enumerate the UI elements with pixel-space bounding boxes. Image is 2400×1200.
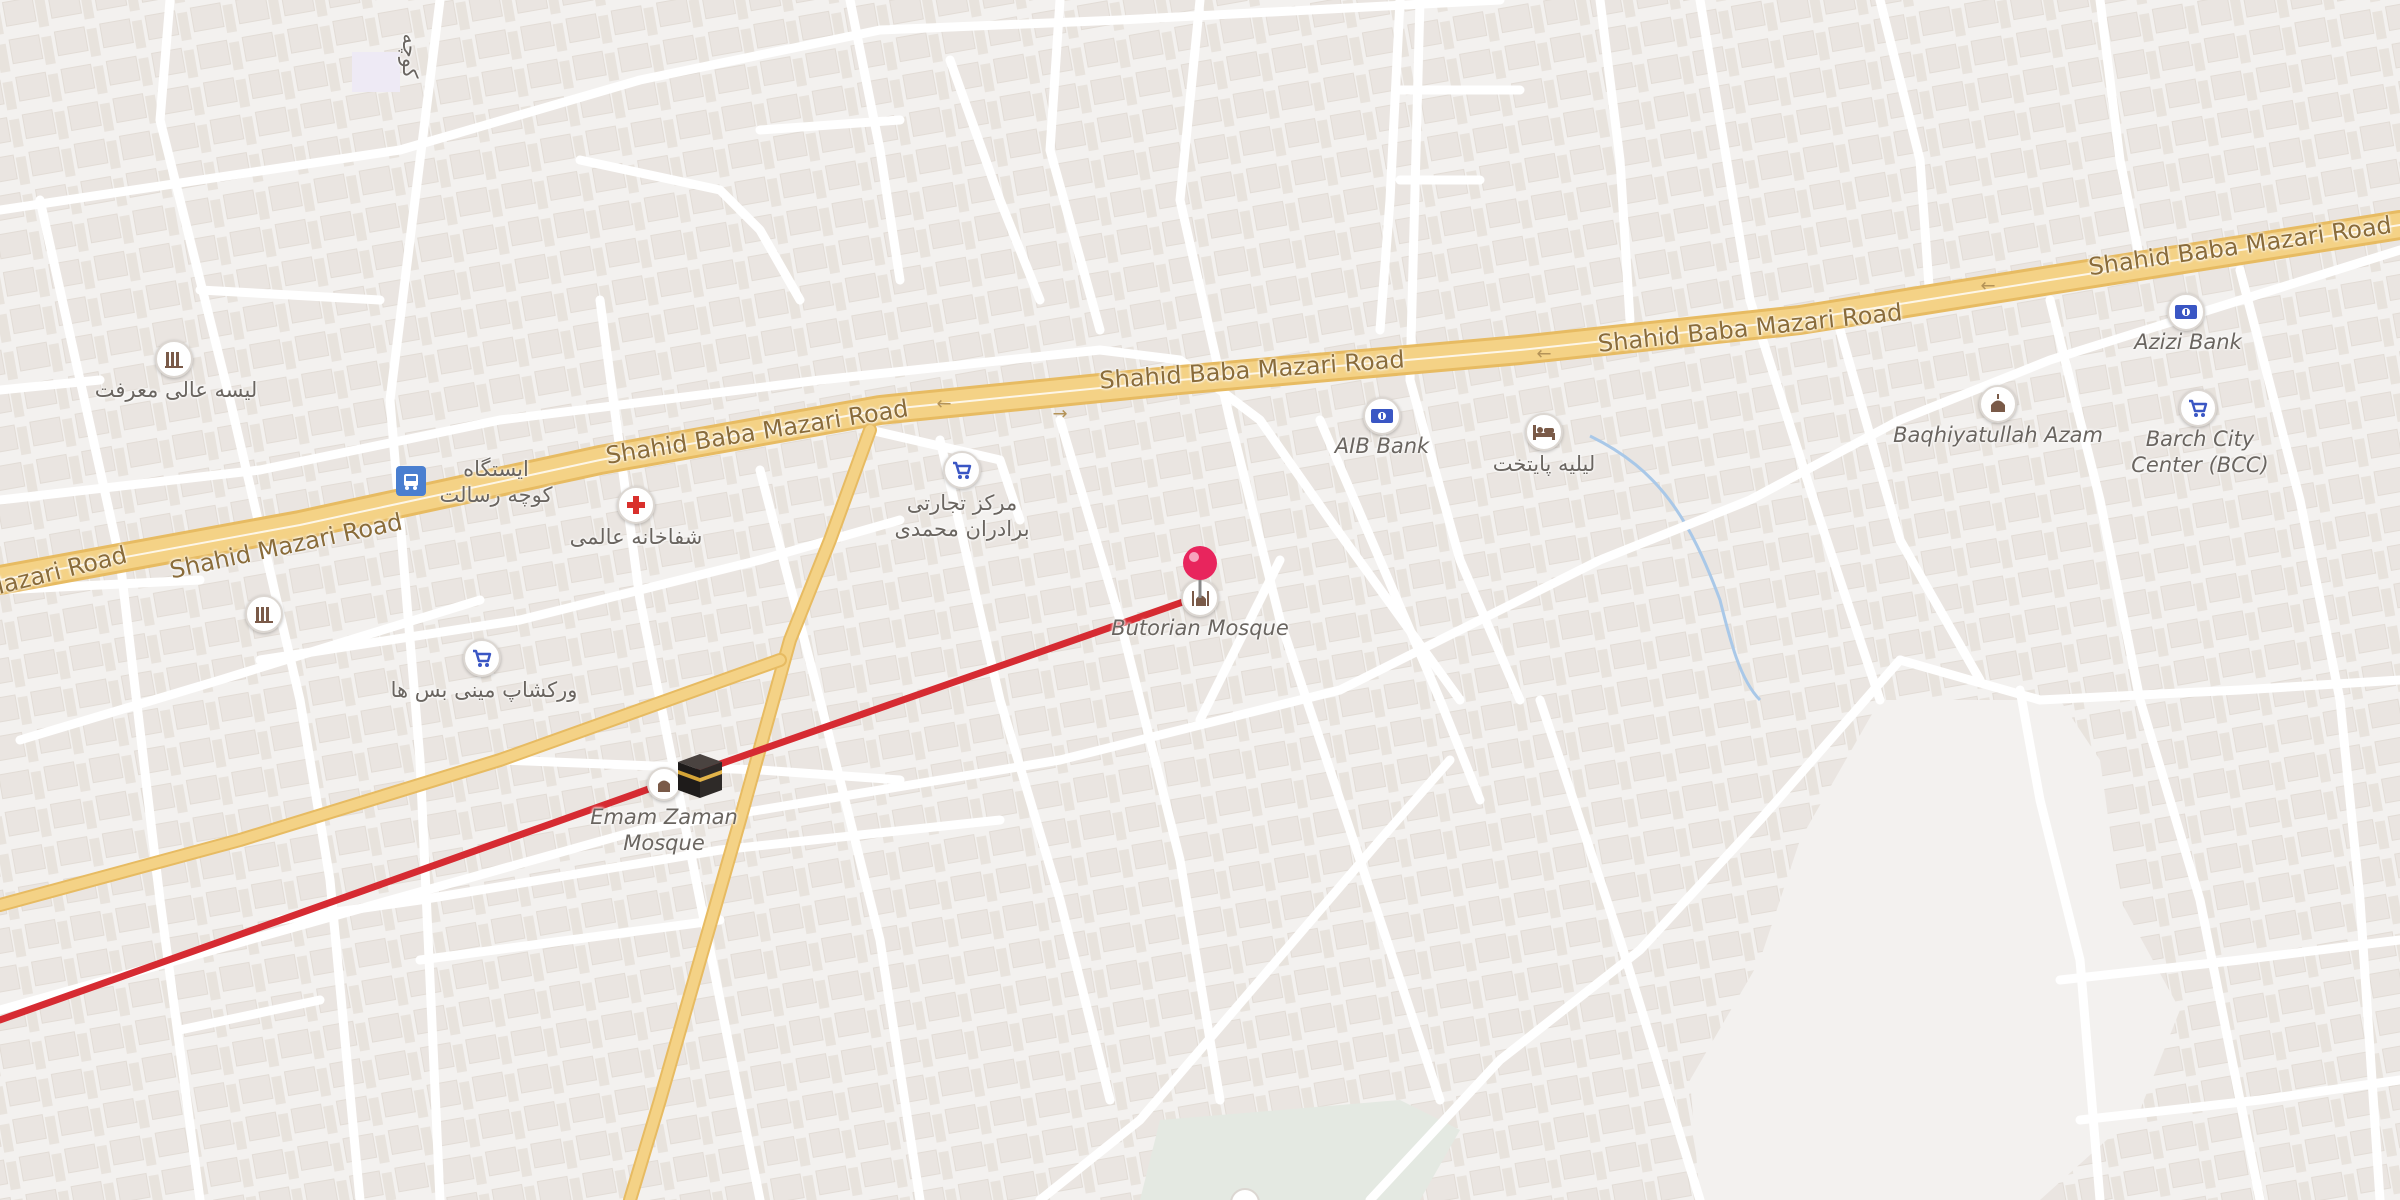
place-label: Butorian Mosque bbox=[1111, 615, 1289, 640]
library-icon[interactable] bbox=[245, 595, 283, 633]
one-way-arrow: → bbox=[1052, 403, 1068, 425]
one-way-arrow: ← bbox=[1980, 275, 1996, 297]
location-pin-icon[interactable] bbox=[1181, 544, 1219, 600]
place-label: لیسه عالی معرفت bbox=[94, 377, 258, 402]
hospital-icon[interactable] bbox=[617, 486, 655, 524]
place-label: ورکشاپ مینی بس ها bbox=[390, 677, 578, 702]
place-label: Baqhiyatullah Azam bbox=[1893, 422, 2103, 447]
shopping-cart-icon[interactable] bbox=[2179, 389, 2217, 427]
shopping-cart-icon[interactable] bbox=[463, 639, 501, 677]
place-label: AIB Bank bbox=[1334, 433, 1430, 458]
shopping-cart-icon[interactable] bbox=[943, 451, 981, 489]
place-label: شفاخانه عالمی bbox=[569, 524, 703, 549]
bank-icon[interactable] bbox=[1363, 397, 1401, 435]
place-label: مرکز تجارتی برادران محمدی bbox=[894, 490, 1030, 541]
place-label: Barch City Center (BCC) bbox=[2131, 426, 2269, 477]
place-label: لیلیه پایتخت bbox=[1492, 451, 1596, 476]
place-label: ایستگاه کوچه رسالت bbox=[439, 456, 553, 507]
bank-icon[interactable] bbox=[2167, 293, 2205, 331]
mosque-icon[interactable] bbox=[1979, 385, 2017, 423]
place-label: Azizi Bank bbox=[2134, 329, 2242, 354]
library-icon[interactable] bbox=[155, 340, 193, 378]
kaaba-icon[interactable] bbox=[674, 748, 726, 800]
bed-icon[interactable] bbox=[1525, 413, 1563, 451]
bus-stop-icon[interactable] bbox=[396, 466, 426, 496]
place-label: Emam Zaman Mosque bbox=[590, 804, 738, 855]
map-canvas[interactable]: ← → ← ← Shahid Baba Mazari Road Shahid B… bbox=[0, 0, 2400, 1200]
small-area bbox=[352, 52, 400, 92]
road-label: کوچه bbox=[398, 33, 423, 79]
one-way-arrow: ← bbox=[1536, 343, 1552, 365]
one-way-arrow: ← bbox=[936, 393, 952, 415]
